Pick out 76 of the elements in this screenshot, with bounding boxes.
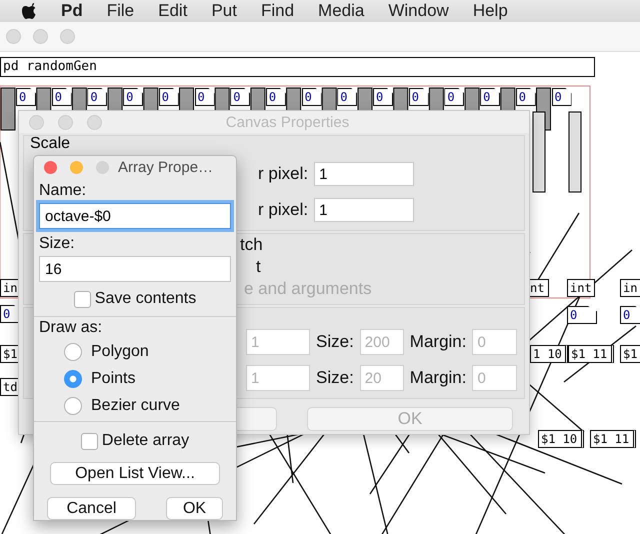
number-box[interactable]: 0 [0, 305, 20, 323]
option-label: tch [240, 235, 263, 255]
checkbox-label: Delete array [102, 432, 190, 450]
number-box[interactable]: 0 [373, 88, 393, 106]
number-box[interactable]: 0 [444, 88, 464, 106]
size-field[interactable]: 16 [39, 256, 231, 282]
message-box[interactable]: $1 10 [538, 430, 584, 448]
number-box[interactable]: 0 [337, 88, 358, 106]
menu-item[interactable]: Help [472, 1, 508, 21]
radio-label: Points [91, 370, 136, 388]
number-box[interactable]: 0 [567, 306, 597, 324]
name-field[interactable]: octave-$0 [39, 203, 231, 229]
number-box[interactable]: 0 [480, 88, 500, 106]
apple-icon[interactable] [21, 2, 37, 20]
number-box[interactable]: 0 [16, 88, 36, 106]
list-view-button[interactable]: Open List View... [50, 462, 220, 485]
field-label: r pixel: [258, 164, 308, 184]
message-box[interactable]: $1 [620, 345, 640, 363]
message-box[interactable]: 1 10 [530, 345, 568, 363]
minimize-button[interactable] [58, 114, 73, 130]
menu-item[interactable]: File [106, 1, 134, 21]
field-label: Size: [39, 234, 76, 254]
number-box[interactable]: 0 [194, 88, 214, 106]
number-box[interactable]: 0 [230, 88, 250, 106]
field-label: Size: [316, 332, 354, 352]
radio-button[interactable] [64, 396, 82, 414]
field-label: Margin: [410, 368, 466, 388]
minimize-button[interactable] [33, 29, 48, 44]
zoom-button[interactable] [96, 160, 109, 174]
section-heading: Scale [30, 136, 72, 154]
menu-item[interactable]: Find [260, 1, 294, 21]
number-box[interactable]: 0 [620, 306, 640, 324]
zoom-button[interactable] [60, 29, 75, 44]
close-button[interactable] [29, 114, 44, 130]
number-box[interactable]: 0 [123, 88, 144, 106]
section-label: Draw as: [39, 318, 104, 338]
close-button[interactable] [6, 29, 21, 44]
option-label: e and arguments [244, 279, 372, 299]
message-box[interactable]: $1 11 [568, 345, 614, 363]
menu-item[interactable]: Window [388, 1, 449, 21]
number-box[interactable]: 0 [552, 88, 572, 106]
input-field[interactable]: 1 [314, 198, 414, 222]
field-label: Name: [39, 181, 88, 201]
checkbox[interactable] [80, 432, 98, 450]
radio-button[interactable] [64, 342, 82, 360]
checkbox[interactable] [74, 290, 91, 308]
field-label: Size: [316, 368, 354, 388]
menu-item[interactable]: Media [318, 1, 364, 21]
app-menu[interactable]: Pd [61, 1, 83, 21]
minimize-button[interactable] [70, 160, 83, 174]
number-box[interactable]: 0 [158, 88, 179, 106]
window-title: Array Prope… [118, 158, 214, 176]
radio-label: Bezier curve [91, 396, 180, 414]
number-box[interactable]: 0 [302, 88, 322, 106]
subpatch-object[interactable]: pd randomGen [0, 57, 595, 77]
option-label: t [256, 257, 261, 277]
zoom-button[interactable] [87, 114, 102, 130]
checkbox-label: Save contents [94, 290, 196, 308]
number-box[interactable]: 0 [266, 88, 286, 106]
number-box[interactable]: 0 [87, 88, 108, 106]
number-box[interactable]: 0 [516, 88, 536, 106]
object-box[interactable]: int [567, 279, 595, 297]
radio-button[interactable] [64, 370, 82, 388]
menu-item[interactable]: Edit [158, 1, 188, 21]
number-box[interactable]: 0 [52, 88, 72, 106]
field-label: Margin: [410, 332, 466, 352]
ok-button[interactable]: OK [166, 497, 223, 520]
radio-label: Polygon [91, 342, 149, 360]
field-label: r pixel: [258, 200, 308, 220]
message-box[interactable]: $1 11 [590, 430, 636, 448]
cancel-button[interactable]: Cancel [47, 497, 136, 520]
number-box[interactable]: 0 [408, 88, 429, 106]
close-button[interactable] [44, 160, 57, 174]
menu-item[interactable]: Put [211, 1, 237, 21]
object-box[interactable]: in [620, 279, 640, 297]
input-field[interactable]: 1 [314, 162, 414, 186]
